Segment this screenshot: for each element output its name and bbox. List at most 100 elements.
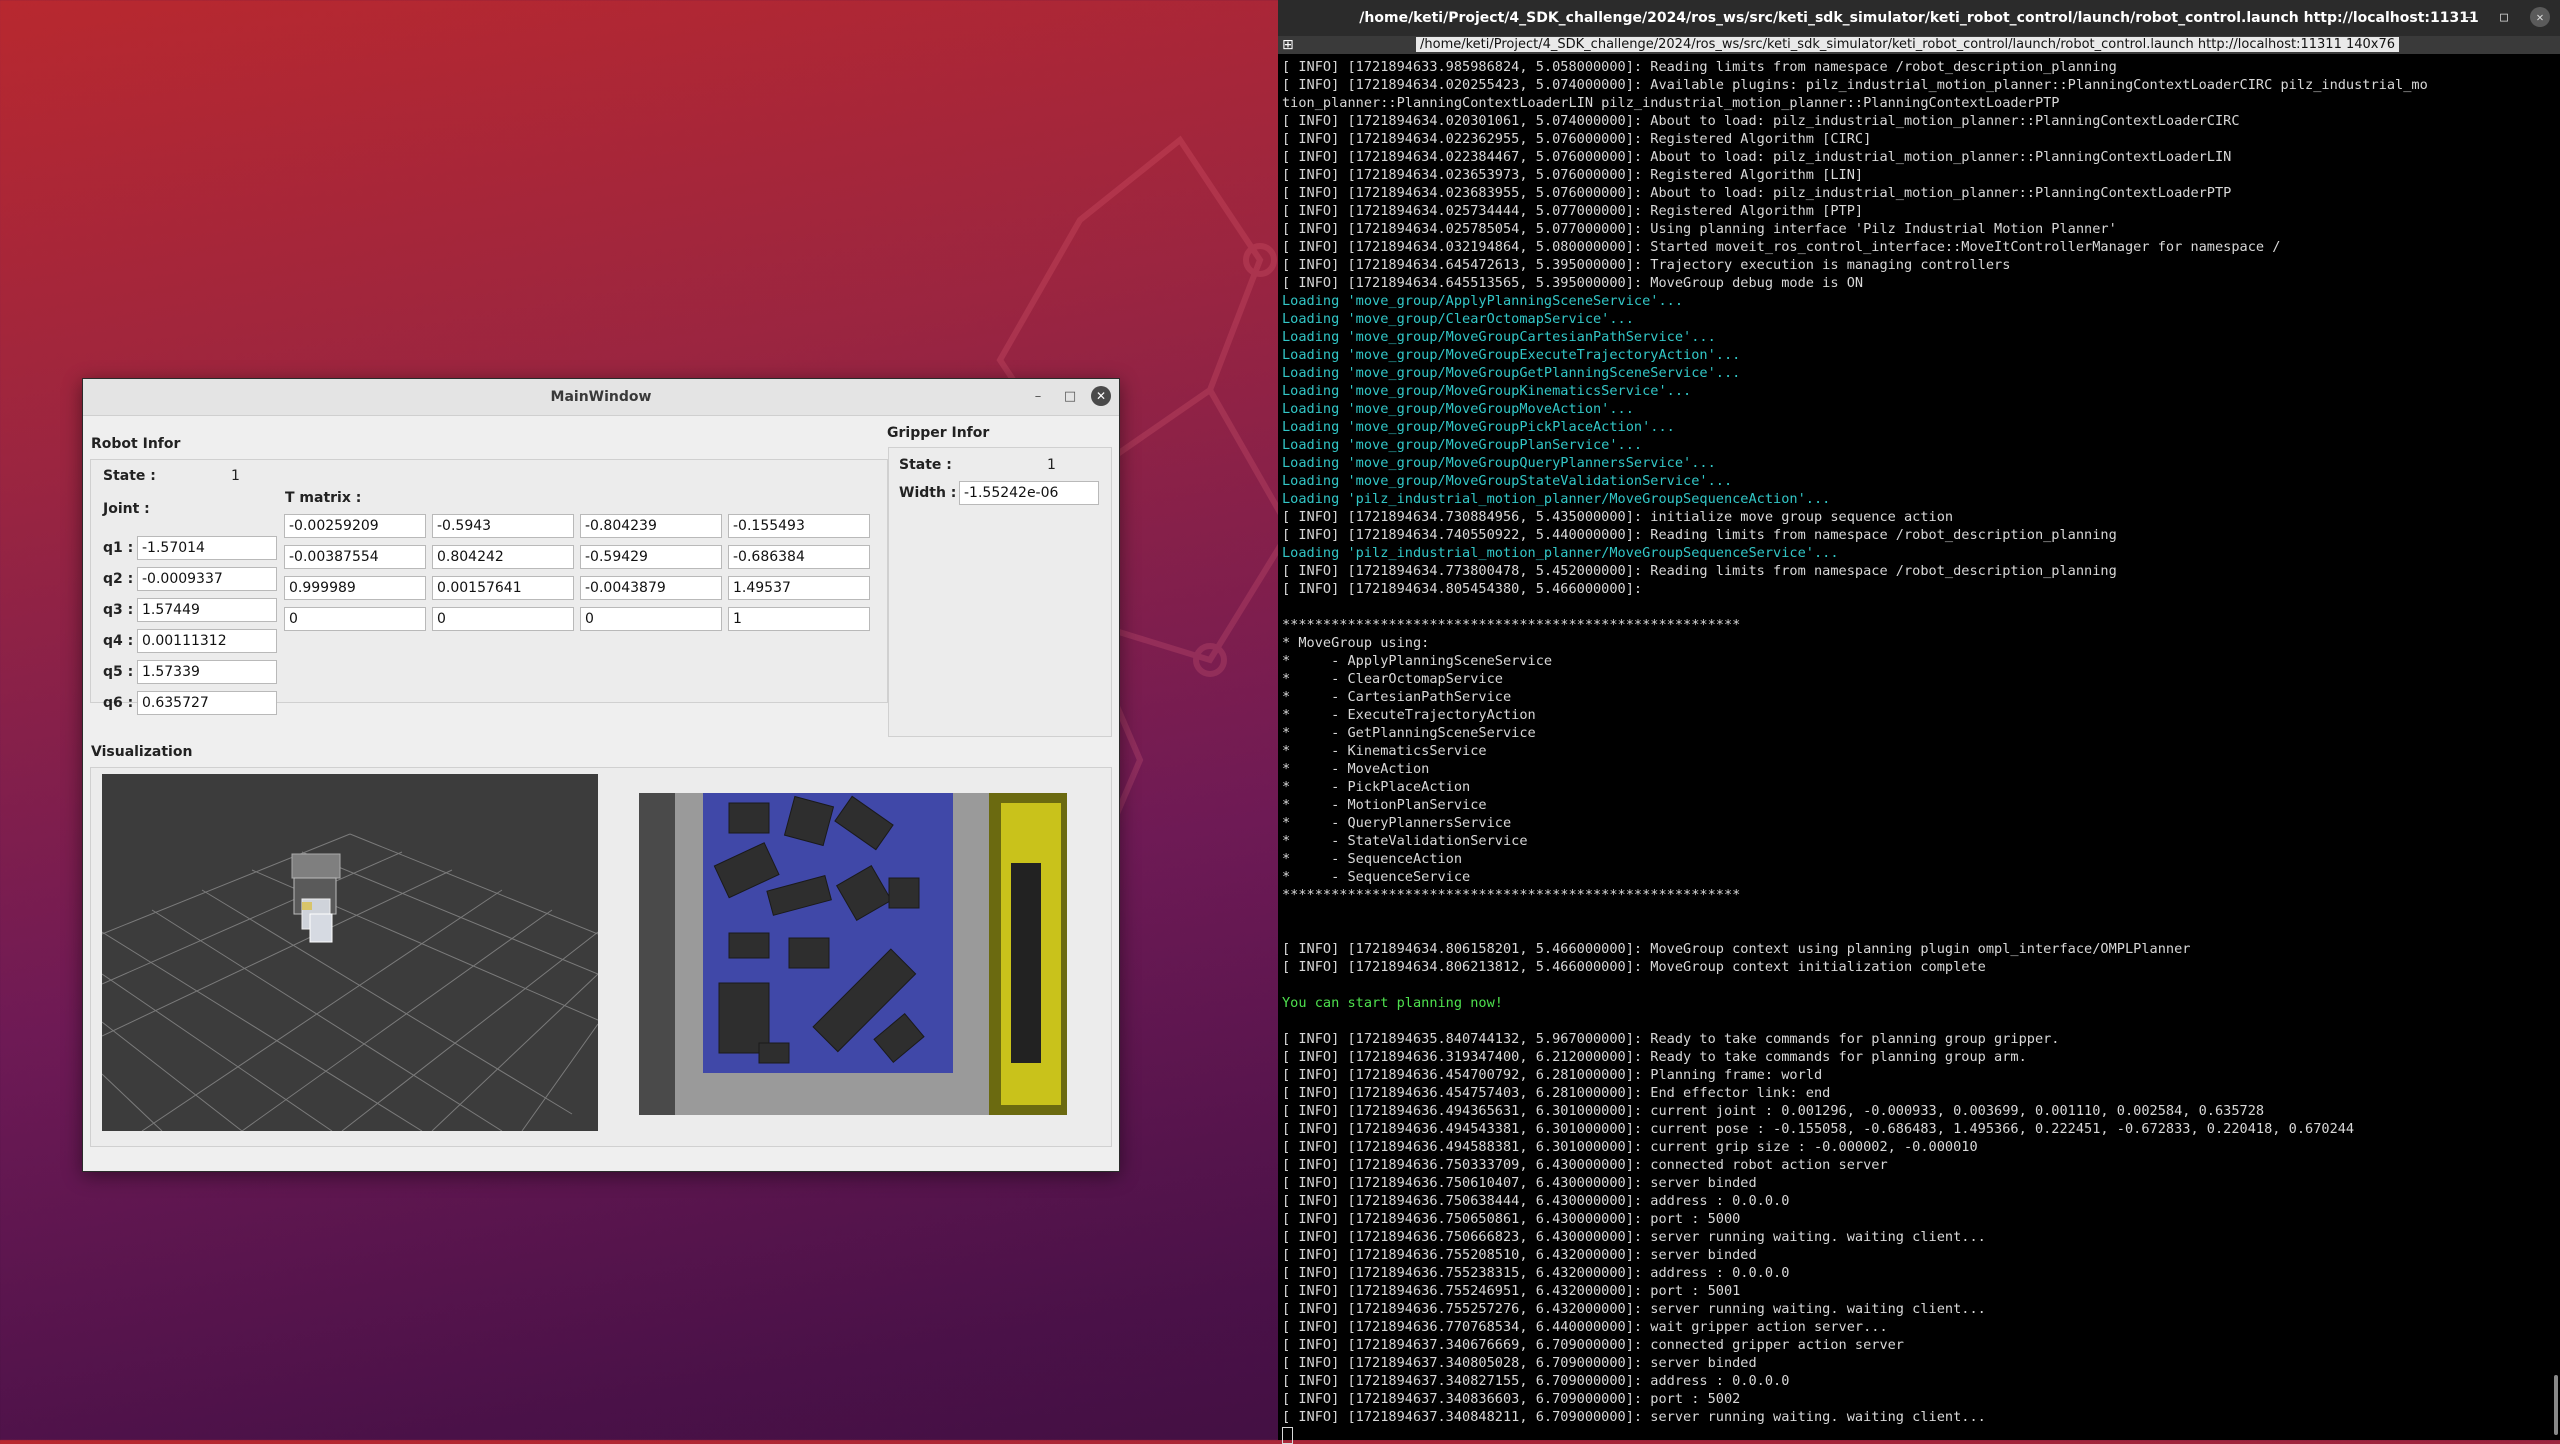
terminal-line: Loading 'move_group/MoveGroupPickPlaceAc… bbox=[1282, 419, 1675, 435]
terminal-line: tion_planner::PlanningContextLoaderLIN p… bbox=[1282, 95, 2060, 111]
terminal-line: * - QueryPlannersService bbox=[1282, 815, 1512, 831]
camera-top-view[interactable] bbox=[639, 793, 1067, 1115]
gripper-width-field[interactable]: -1.55242e-06 bbox=[959, 481, 1099, 505]
joint-label: Joint : bbox=[103, 501, 150, 517]
terminal-tab[interactable]: /home/keti/Project/4_SDK_challenge/2024/… bbox=[1416, 37, 2400, 52]
terminal-line: [ INFO] [1721894634.805454380, 5.4660000… bbox=[1282, 581, 1643, 597]
terminal-line: * - SequenceAction bbox=[1282, 851, 1463, 867]
terminal-line: [ INFO] [1721894634.806213812, 5.4660000… bbox=[1282, 959, 1986, 975]
tmatrix-cell[interactable]: -0.00387554 bbox=[284, 545, 426, 569]
terminal-close-icon[interactable]: ✕ bbox=[2530, 7, 2550, 27]
terminal-line: [ INFO] [1721894634.730884956, 5.4350000… bbox=[1282, 509, 1954, 525]
terminal-scrollbar[interactable] bbox=[2554, 1375, 2558, 1435]
tmatrix-cell[interactable]: 1.49537 bbox=[728, 576, 870, 600]
tmatrix-cell[interactable]: 0 bbox=[284, 607, 426, 631]
tmatrix-cell[interactable]: -0.5943 bbox=[432, 514, 574, 538]
robot-3d-view[interactable] bbox=[102, 774, 598, 1131]
gripper-width-label: Width : bbox=[899, 485, 957, 501]
tmatrix-cell[interactable]: -0.804239 bbox=[580, 514, 722, 538]
terminal-line: Loading 'move_group/MoveGroupMoveAction'… bbox=[1282, 401, 1634, 417]
joint-q1-field[interactable]: -1.57014 bbox=[137, 536, 277, 560]
joint-q6-label: q6 : bbox=[103, 695, 134, 711]
joint-q6-field[interactable]: 0.635727 bbox=[137, 691, 277, 715]
main-window-title: MainWindow bbox=[550, 389, 652, 405]
terminal-line: Loading 'move_group/MoveGroupCartesianPa… bbox=[1282, 329, 1716, 345]
tmatrix-cell[interactable]: -0.59429 bbox=[580, 545, 722, 569]
gripper-state-value: 1 bbox=[1047, 457, 1056, 473]
terminal-line: * MoveGroup using: bbox=[1282, 635, 1430, 651]
joint-q4-label: q4 : bbox=[103, 633, 134, 649]
new-tab-icon[interactable]: ⊞ bbox=[1282, 37, 1294, 53]
terminal-line: [ INFO] [1721894634.025734444, 5.0770000… bbox=[1282, 203, 1864, 219]
terminal-line: Loading 'move_group/MoveGroupPlanService… bbox=[1282, 437, 1643, 453]
terminal-line: ****************************************… bbox=[1282, 617, 1741, 633]
terminal-line: * - ExecuteTrajectoryAction bbox=[1282, 707, 1536, 723]
terminal-line: [ INFO] [1721894637.340676669, 6.7090000… bbox=[1282, 1337, 1904, 1353]
terminal-line: [ INFO] [1721894634.022384467, 5.0760000… bbox=[1282, 149, 2232, 165]
tmatrix-cell[interactable]: 0 bbox=[580, 607, 722, 631]
terminal-line: [ INFO] [1721894636.494588381, 6.3010000… bbox=[1282, 1139, 1978, 1155]
robot-state-label: State : bbox=[103, 468, 156, 484]
terminal-line: [ INFO] [1721894634.806158201, 5.4660000… bbox=[1282, 941, 2191, 957]
terminal-line: * - MoveAction bbox=[1282, 761, 1430, 777]
terminal-line: Loading 'move_group/ApplyPlanningSceneSe… bbox=[1282, 293, 1684, 309]
terminal-line: * - ApplyPlanningSceneService bbox=[1282, 653, 1553, 669]
terminal-line: * - SequenceService bbox=[1282, 869, 1471, 885]
joint-q4-field[interactable]: 0.00111312 bbox=[137, 629, 277, 653]
terminal-line: Loading 'move_group/ClearOctomapService'… bbox=[1282, 311, 1634, 327]
tmatrix-cell[interactable]: 0.804242 bbox=[432, 545, 574, 569]
joint-q2-field[interactable]: -0.0009337 bbox=[137, 567, 277, 591]
close-icon[interactable]: ✕ bbox=[1091, 386, 1111, 406]
gripper-state-label: State : bbox=[899, 457, 952, 473]
terminal-cursor-line[interactable] bbox=[1282, 1426, 2558, 1444]
terminal-line: [ INFO] [1721894635.840744132, 5.9670000… bbox=[1282, 1031, 2060, 1047]
tmatrix-cell[interactable]: 1 bbox=[728, 607, 870, 631]
main-window-titlebar[interactable]: MainWindow – □ ✕ bbox=[83, 379, 1119, 416]
terminal-line: You can start planning now! bbox=[1282, 995, 1503, 1011]
terminal-line: [ INFO] [1721894636.750610407, 6.4300000… bbox=[1282, 1175, 1757, 1191]
terminal-line: [ INFO] [1721894633.985986824, 5.0580000… bbox=[1282, 59, 2117, 75]
terminal-line: [ INFO] [1721894636.755208510, 6.4320000… bbox=[1282, 1247, 1757, 1263]
tmatrix-cell[interactable]: -0.0043879 bbox=[580, 576, 722, 600]
terminal-line: [ INFO] [1721894636.750333709, 6.4300000… bbox=[1282, 1157, 1888, 1173]
tmatrix-label: T matrix : bbox=[285, 490, 362, 506]
joint-q3-field[interactable]: 1.57449 bbox=[137, 598, 277, 622]
terminal-line: [ INFO] [1721894636.454700792, 6.2810000… bbox=[1282, 1067, 1823, 1083]
terminal-line: * - KinematicsService bbox=[1282, 743, 1487, 759]
minimize-icon[interactable]: – bbox=[1027, 385, 1049, 407]
main-window: MainWindow – □ ✕ Robot Infor State : 1 J… bbox=[82, 378, 1120, 1172]
terminal-line: * - MotionPlanService bbox=[1282, 797, 1487, 813]
tmatrix-cell[interactable]: 0.00157641 bbox=[432, 576, 574, 600]
grid-floor-canvas bbox=[102, 774, 598, 1131]
robot-infor-title: Robot Infor bbox=[91, 436, 181, 452]
terminal-line: ****************************************… bbox=[1282, 887, 1741, 903]
terminal-line: [ INFO] [1721894636.755246951, 6.4320000… bbox=[1282, 1283, 1741, 1299]
terminal-line: Loading 'move_group/MoveGroupExecuteTraj… bbox=[1282, 347, 1741, 363]
tmatrix-cell[interactable]: 0.999989 bbox=[284, 576, 426, 600]
terminal-line: [ INFO] [1721894636.770768534, 6.4400000… bbox=[1282, 1319, 1888, 1335]
terminal-titlebar[interactable]: /home/keti/Project/4_SDK_challenge/2024/… bbox=[1278, 0, 2560, 36]
terminal-cursor bbox=[1282, 1426, 1293, 1444]
terminal-maximize-icon[interactable]: □ bbox=[2494, 10, 2514, 25]
joint-q5-field[interactable]: 1.57339 bbox=[137, 660, 277, 684]
terminal-output[interactable]: [ INFO] [1721894633.985986824, 5.0580000… bbox=[1278, 54, 2560, 1444]
terminal-line: [ INFO] [1721894636.454757403, 6.2810000… bbox=[1282, 1085, 1831, 1101]
terminal-minimize-icon[interactable]: – bbox=[2458, 10, 2478, 25]
tmatrix-cell[interactable]: -0.00259209 bbox=[284, 514, 426, 538]
gripper-infor-title: Gripper Infor bbox=[887, 425, 990, 441]
maximize-icon[interactable]: □ bbox=[1059, 385, 1081, 407]
terminal-line: [ INFO] [1721894636.494365631, 6.3010000… bbox=[1282, 1103, 2265, 1119]
terminal-line: [ INFO] [1721894637.340805028, 6.7090000… bbox=[1282, 1355, 1757, 1371]
terminal-line: [ INFO] [1721894636.755257276, 6.4320000… bbox=[1282, 1301, 1986, 1317]
tmatrix-cell[interactable]: 0 bbox=[432, 607, 574, 631]
terminal-line: [ INFO] [1721894636.755238315, 6.4320000… bbox=[1282, 1265, 1790, 1281]
tmatrix-cell[interactable]: -0.686384 bbox=[728, 545, 870, 569]
terminal-line: Loading 'move_group/MoveGroupStateValida… bbox=[1282, 473, 1733, 489]
terminal-line: Loading 'pilz_industrial_motion_planner/… bbox=[1282, 491, 1831, 507]
terminal-tabbar: ⊞ /home/keti/Project/4_SDK_challenge/202… bbox=[1278, 36, 2560, 54]
terminal-line: [ INFO] [1721894637.340836603, 6.7090000… bbox=[1282, 1391, 1741, 1407]
joint-q5-label: q5 : bbox=[103, 664, 134, 680]
tmatrix-cell[interactable]: -0.155493 bbox=[728, 514, 870, 538]
